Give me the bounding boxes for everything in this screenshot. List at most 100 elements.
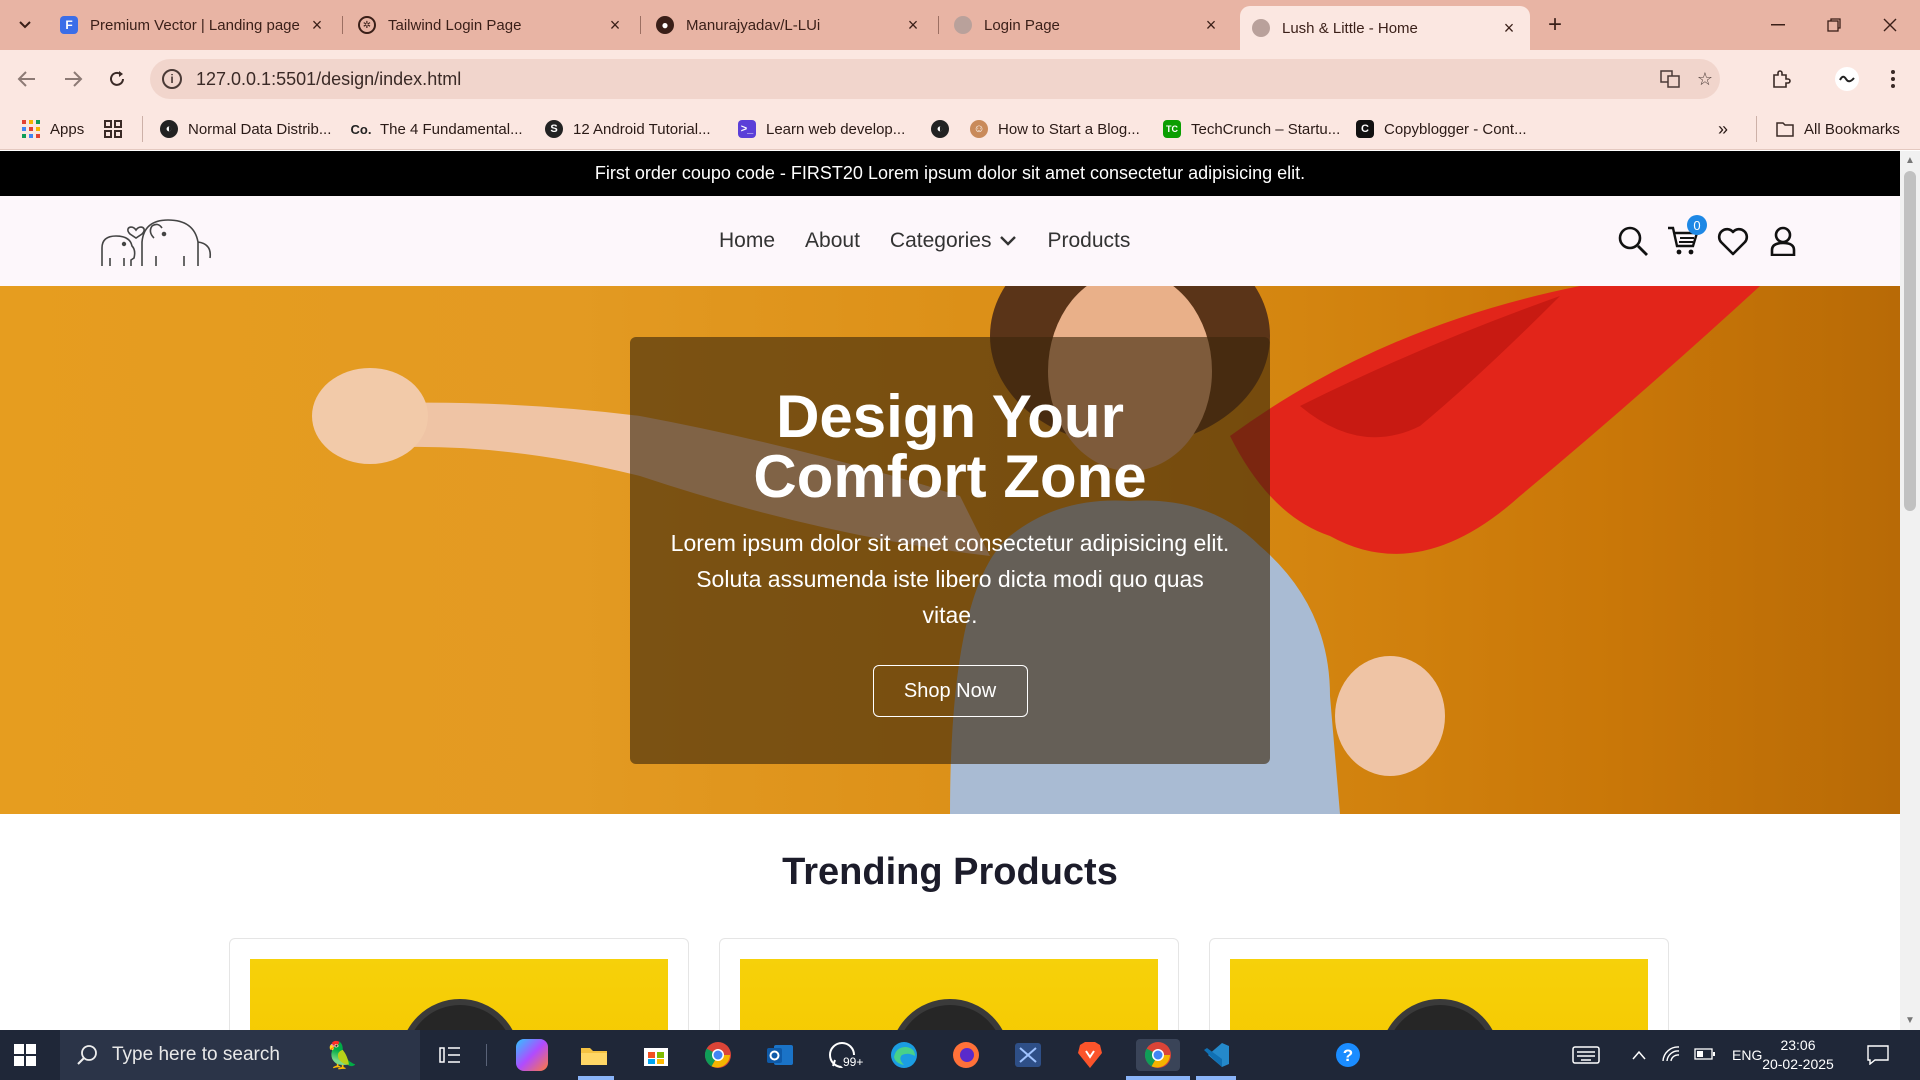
translate-icon[interactable] <box>1660 69 1680 89</box>
account-button[interactable] <box>1763 221 1803 261</box>
nav-products-link[interactable]: Products <box>1047 229 1130 253</box>
close-tab-icon[interactable]: × <box>606 15 624 36</box>
close-tab-icon[interactable]: × <box>1500 18 1518 39</box>
notifications-button[interactable] <box>1862 1039 1894 1071</box>
file-explorer-icon[interactable] <box>578 1039 610 1071</box>
trending-products-heading: Trending Products <box>782 851 1118 893</box>
bookmark-label: TechCrunch – Startu... <box>1191 120 1341 138</box>
avatar-icon: ☺ <box>970 120 988 138</box>
snipping-tool-icon[interactable] <box>1012 1039 1044 1071</box>
nav-home-link[interactable]: Home <box>719 229 775 253</box>
task-view-icon <box>439 1047 460 1063</box>
search-highlight-icon: 🦜 <box>325 1039 359 1070</box>
hero-description: Lorem ipsum dolor sit amet consectetur a… <box>670 530 1230 628</box>
product-card[interactable] <box>229 938 689 1030</box>
whatsapp-icon[interactable]: 99+ <box>826 1039 867 1071</box>
battery-icon[interactable] <box>1694 1047 1716 1063</box>
all-bookmarks-button[interactable]: All Bookmarks <box>1776 118 1900 140</box>
show-hidden-icons-icon[interactable] <box>1632 1047 1646 1063</box>
search-button[interactable] <box>1613 221 1653 261</box>
nav-categories-dropdown[interactable]: Categories <box>890 229 1018 253</box>
help-icon[interactable]: ? <box>1332 1039 1364 1071</box>
site-logo[interactable] <box>98 214 218 270</box>
bookmark-divider <box>142 116 143 142</box>
bookmark-tab-groups[interactable] <box>104 118 132 140</box>
start-button[interactable] <box>14 1044 36 1066</box>
extensions-button[interactable] <box>1764 62 1798 96</box>
task-view-button[interactable] <box>434 1039 466 1071</box>
profile-button[interactable] <box>1830 62 1864 96</box>
bookmark-apps[interactable]: Apps <box>22 118 84 140</box>
tab-lush-little[interactable]: Lush & Little - Home × <box>1240 6 1530 50</box>
address-bar[interactable]: i 127.0.0.1:5501/design/index.html ☆ <box>150 59 1720 99</box>
wifi-icon[interactable] <box>1662 1045 1680 1065</box>
copilot-icon[interactable] <box>516 1039 548 1071</box>
cart-button[interactable]: 0 <box>1663 215 1707 261</box>
scroll-thumb[interactable] <box>1904 171 1916 511</box>
keyboard-icon[interactable] <box>1570 1039 1602 1071</box>
tab-title: Lush & Little - Home <box>1282 19 1418 37</box>
more-bookmarks-button[interactable]: » <box>1718 118 1728 140</box>
whatsapp-badge: 99+ <box>840 1055 867 1069</box>
close-tab-icon[interactable]: × <box>1202 15 1220 36</box>
bookmark-copyblogger[interactable]: C Copyblogger - Cont... <box>1356 118 1527 140</box>
main-nav: Home About Categories Products <box>719 196 1130 286</box>
hero-title-line-1: Design Your <box>776 383 1124 450</box>
scroll-up-arrow-icon[interactable]: ▲ <box>1905 155 1915 166</box>
chrome-active-icon[interactable] <box>1136 1039 1180 1071</box>
shop-now-button[interactable]: Shop Now <box>872 665 1028 717</box>
announcement-text: First order coupo code - FIRST20 Lorem i… <box>594 163 1306 183</box>
nav-about-link[interactable]: About <box>805 229 860 253</box>
folder-icon <box>1776 120 1794 138</box>
tab-tailwind-login[interactable]: ✲ Tailwind Login Page × <box>346 8 636 42</box>
bookmark-android[interactable]: S 12 Android Tutorial... <box>545 118 711 140</box>
bookmark-globe[interactable]: ◐ <box>931 118 959 140</box>
vscode-icon[interactable] <box>1200 1039 1232 1071</box>
product-card[interactable] <box>719 938 1179 1030</box>
minimize-button[interactable] <box>1750 0 1806 50</box>
bookmark-techcrunch[interactable]: TC TechCrunch – Startu... <box>1163 118 1340 140</box>
microsoft-store-icon[interactable] <box>640 1039 672 1071</box>
globe-icon <box>1252 19 1270 37</box>
brave-icon[interactable] <box>1074 1039 1106 1071</box>
url-text: 127.0.0.1:5501/design/index.html <box>196 68 462 89</box>
forward-button[interactable] <box>56 62 90 96</box>
bookmark-star-icon[interactable]: ☆ <box>1695 69 1715 89</box>
bookmark-learn-web[interactable]: >_ Learn web develop... <box>738 118 905 140</box>
wishlist-button[interactable] <box>1713 221 1753 261</box>
tab-separator <box>640 16 641 34</box>
bookmark-label: The 4 Fundamental... <box>380 120 523 138</box>
tab-title: Login Page <box>984 16 1060 34</box>
product-card[interactable] <box>1209 938 1669 1030</box>
taskbar-search-box[interactable]: Type here to search 🦜 <box>60 1030 420 1080</box>
edge-icon[interactable] <box>888 1039 920 1071</box>
kebab-menu-icon <box>1891 70 1895 88</box>
bookmark-normal-data[interactable]: ◐ Normal Data Distrib... <box>160 118 331 140</box>
close-tab-icon[interactable]: × <box>904 15 922 36</box>
site-info-icon[interactable]: i <box>162 69 182 89</box>
double-chevron-right-icon: » <box>1718 118 1729 139</box>
firefox-icon[interactable] <box>950 1039 982 1071</box>
tab-premium-vector[interactable]: F Premium Vector | Landing page × <box>48 8 338 42</box>
close-tab-icon[interactable]: × <box>308 15 326 36</box>
restore-button[interactable] <box>1806 0 1862 50</box>
back-button[interactable] <box>10 62 44 96</box>
tab-github[interactable]: ● Manurajyadav/L-LUi × <box>644 8 934 42</box>
tab-strip: F Premium Vector | Landing page × ✲ Tail… <box>0 0 1920 50</box>
page-scrollbar[interactable]: ▲ ▼ <box>1900 151 1920 1030</box>
bookmark-fundamental[interactable]: Co. The 4 Fundamental... <box>351 118 523 140</box>
outlook-icon[interactable] <box>764 1039 796 1071</box>
close-window-button[interactable] <box>1862 0 1918 50</box>
browser-menu-button[interactable] <box>1876 62 1910 96</box>
tab-search-button[interactable] <box>10 10 40 40</box>
tab-login-page[interactable]: Login Page × <box>942 8 1232 42</box>
minimize-icon <box>1771 24 1785 26</box>
scroll-down-arrow-icon[interactable]: ▼ <box>1905 1015 1915 1026</box>
new-tab-button[interactable]: + <box>1540 10 1570 40</box>
taskbar-clock[interactable]: 23:06 20-02-2025 <box>1758 1036 1838 1074</box>
globe-icon <box>954 16 972 34</box>
reload-icon <box>110 71 124 86</box>
chrome-icon[interactable] <box>702 1039 734 1071</box>
bookmark-start-blog[interactable]: ☺ How to Start a Blog... <box>970 118 1140 140</box>
reload-button[interactable] <box>100 62 134 96</box>
